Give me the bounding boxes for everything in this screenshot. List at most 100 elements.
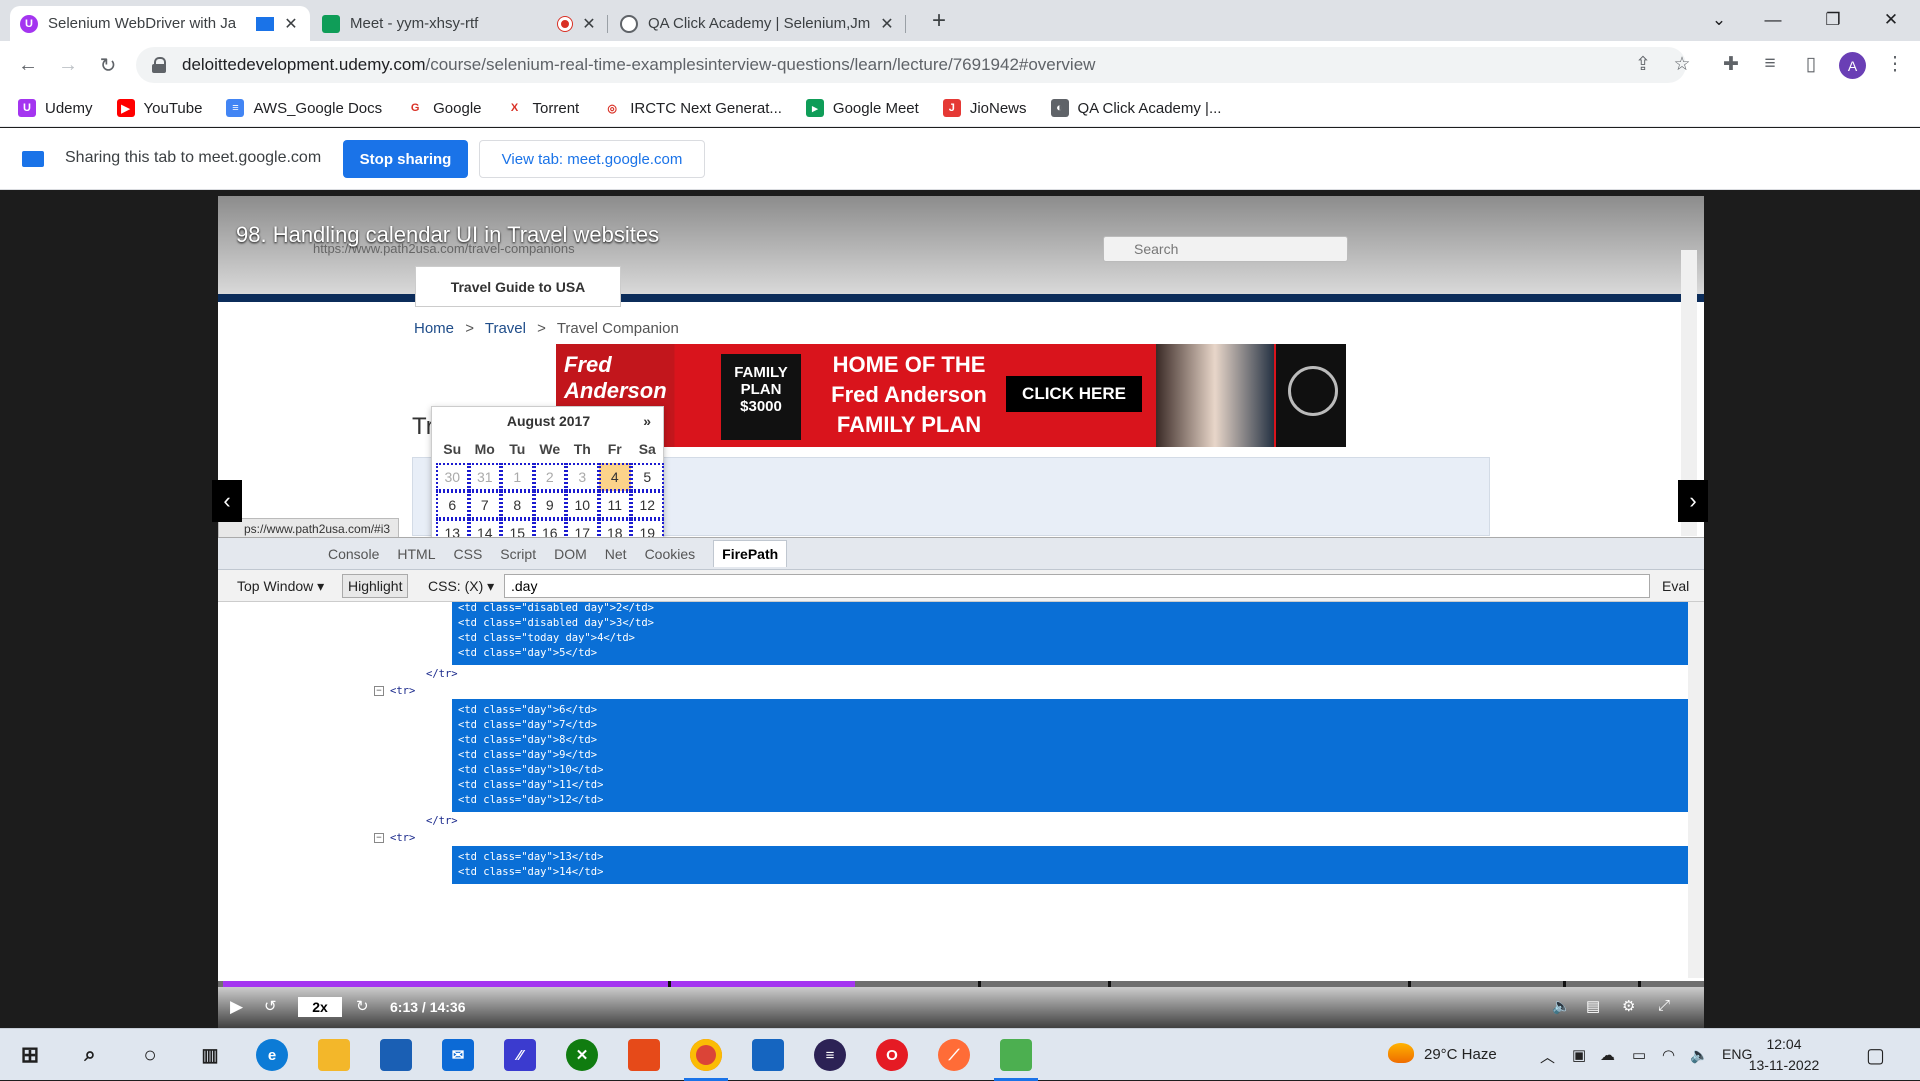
notifications-icon[interactable]: ▢: [1866, 1043, 1885, 1068]
bookmark-item[interactable]: X Torrent: [505, 99, 580, 117]
bookmark-label: QA Click Academy |...: [1077, 99, 1222, 117]
bookmark-item[interactable]: U Udemy: [18, 99, 93, 117]
captions-icon[interactable]: ▤: [1586, 997, 1600, 1015]
calendar-weekday: We: [539, 441, 561, 457]
clock-date: 13-11-2022: [1748, 1057, 1820, 1073]
previous-lecture-button[interactable]: ‹: [212, 480, 242, 522]
notepad-icon[interactable]: [994, 1039, 1038, 1081]
calendar-day: 30: [436, 463, 469, 491]
menu-kebab-icon[interactable]: ⋮: [1880, 49, 1910, 79]
code-tr-open: <tr>: [390, 685, 416, 697]
weather-icon[interactable]: [1388, 1043, 1414, 1063]
speaker-icon[interactable]: 🔈: [1690, 1046, 1709, 1064]
breadcrumb-sep: >: [465, 320, 474, 337]
view-tab-button[interactable]: View tab: meet.google.com: [479, 140, 705, 178]
firebug-tab: Cookies: [644, 545, 696, 562]
close-tab-icon[interactable]: ✕: [580, 15, 598, 33]
search-icon[interactable]: ⌕: [74, 1039, 106, 1071]
bookmark-label: IRCTC Next Generat...: [630, 99, 782, 117]
stop-sharing-button[interactable]: Stop sharing: [343, 140, 468, 178]
tab-qa-click-academy[interactable]: QA Click Academy | Selenium,Jm ✕: [610, 6, 906, 41]
bookmark-icon: ◎: [603, 99, 622, 117]
forward-icon[interactable]: ↻: [356, 997, 369, 1015]
fullscreen-icon[interactable]: ⤢: [1658, 997, 1670, 1014]
lecture-video[interactable]: https://www.path2usa.com/travel-companio…: [218, 196, 1704, 1028]
opera-icon[interactable]: O: [876, 1039, 908, 1071]
lock-icon[interactable]: [152, 57, 166, 73]
eclipse-icon[interactable]: ≡: [814, 1039, 846, 1071]
mail-icon[interactable]: ✉: [442, 1039, 474, 1071]
power-automate-icon[interactable]: ⁄⁄: [504, 1039, 536, 1071]
task-view-icon[interactable]: ▥: [194, 1039, 226, 1071]
bookmark-item[interactable]: G Google: [406, 99, 482, 117]
weather-text[interactable]: 29°C Haze: [1424, 1046, 1497, 1063]
media-control-icon[interactable]: ≡: [1755, 49, 1785, 79]
calendar-day: 4: [598, 463, 631, 491]
rewind-icon[interactable]: ↺: [264, 997, 277, 1015]
nissan-logo-icon: [1276, 344, 1346, 447]
settings-gear-icon[interactable]: ⚙: [1622, 997, 1635, 1015]
next-lecture-button[interactable]: ›: [1678, 480, 1708, 522]
chrome-icon[interactable]: [684, 1039, 728, 1081]
volume-icon[interactable]: 🔈: [1552, 997, 1571, 1015]
globe-icon: [620, 14, 638, 33]
file-explorer-icon[interactable]: [318, 1039, 350, 1071]
xbox-icon[interactable]: ✕: [566, 1039, 598, 1071]
screen-share-icon: [22, 151, 44, 167]
bookmark-icon: ◐: [1050, 99, 1069, 117]
bookmark-item[interactable]: ▶ YouTube: [116, 99, 202, 117]
cortana-icon[interactable]: ○: [134, 1039, 166, 1071]
restore-button[interactable]: ❐: [1810, 4, 1856, 36]
tab-search-chevron-icon[interactable]: ⌄: [1696, 4, 1742, 36]
app-window-icon[interactable]: [752, 1039, 784, 1071]
calendar-day: 31: [468, 463, 501, 491]
bookmark-star-icon[interactable]: ☆: [1667, 49, 1697, 79]
forward-button[interactable]: →: [52, 49, 84, 81]
close-window-button[interactable]: ✕: [1868, 4, 1914, 36]
bookmark-item[interactable]: ◐ QA Click Academy |...: [1050, 99, 1222, 117]
tab-strip: U Selenium WebDriver with Ja ✕ Meet - yy…: [0, 0, 1920, 41]
tab-udemy[interactable]: U Selenium WebDriver with Ja ✕: [10, 6, 310, 41]
breadcrumb-current: Travel Companion: [556, 320, 679, 337]
tray-device-icon[interactable]: ▣: [1572, 1046, 1586, 1064]
onedrive-icon[interactable]: ☁: [1600, 1046, 1615, 1064]
calendar-day: 8: [501, 491, 534, 519]
bookmark-item[interactable]: ◎ IRCTC Next Generat...: [603, 99, 782, 117]
close-tab-icon[interactable]: ✕: [878, 15, 896, 33]
highlighted-match-block: [452, 846, 1688, 884]
code-line: <td class="day">5</td>: [458, 647, 598, 659]
bookmark-item[interactable]: J JioNews: [942, 99, 1027, 117]
reload-button[interactable]: ↻: [92, 49, 124, 81]
minimize-button[interactable]: —: [1750, 4, 1796, 36]
firebug-tab: Net: [604, 545, 627, 562]
close-tab-icon[interactable]: ✕: [282, 15, 300, 33]
wifi-icon[interactable]: ◠: [1662, 1046, 1675, 1064]
recording-icon: [558, 16, 572, 31]
postman-icon[interactable]: ⟋: [938, 1039, 970, 1071]
calendar-day: 9: [533, 491, 566, 519]
back-button[interactable]: ←: [12, 49, 44, 81]
edge-icon[interactable]: e: [256, 1039, 288, 1071]
extensions-icon[interactable]: ✚: [1716, 49, 1746, 79]
office-icon[interactable]: [628, 1039, 660, 1071]
play-icon[interactable]: ▶: [230, 997, 243, 1017]
calendar-day: 3: [566, 463, 599, 491]
nissan-ad-banner: Fred Anderson NISSAN FAMILY PLAN $3000 H…: [556, 344, 1346, 447]
profile-avatar[interactable]: A: [1839, 52, 1866, 79]
store-icon[interactable]: [380, 1039, 412, 1071]
highlighted-match-block: [452, 699, 1688, 812]
windows-start-icon[interactable]: ⊞: [14, 1039, 46, 1071]
bookmark-item[interactable]: ▸ Google Meet: [805, 99, 919, 117]
tray-overflow-icon[interactable]: ︿: [1540, 1046, 1555, 1067]
bookmark-label: Torrent: [532, 99, 580, 117]
tab-meet[interactable]: Meet - yym-xhsy-rtf ✕: [312, 6, 608, 41]
battery-icon[interactable]: ▭: [1632, 1046, 1646, 1064]
address-bar[interactable]: deloittedevelopment.udemy.com/course/sel…: [136, 47, 1686, 83]
new-tab-button[interactable]: +: [924, 6, 954, 36]
bookmark-item[interactable]: ≡ AWS_Google Docs: [226, 99, 382, 117]
share-icon[interactable]: ⇪: [1628, 49, 1658, 79]
playback-speed-button[interactable]: 2x: [298, 997, 342, 1017]
lecture-title: 98. Handling calendar UI in Travel websi…: [236, 222, 660, 247]
side-panel-icon[interactable]: ▯: [1796, 49, 1826, 79]
system-clock[interactable]: 12:04 13-11-2022: [1746, 1034, 1822, 1076]
